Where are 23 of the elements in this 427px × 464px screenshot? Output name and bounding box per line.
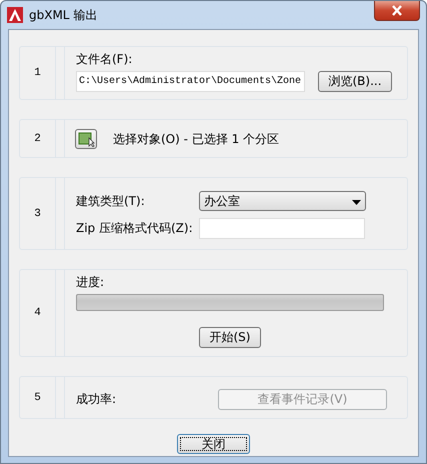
step-number: 1 [20,47,56,99]
select-objects-button[interactable] [75,129,97,149]
building-type-dropdown[interactable]: 办公室 [199,191,366,211]
field-label: Zip 压缩格式代码(Z): [76,220,194,237]
file-path-field[interactable]: C:\Users\Administrator\Documents\Zone [76,71,305,92]
close-icon[interactable] [374,1,420,21]
step-number: 3 [20,178,56,249]
close-button[interactable]: 关闭 [177,434,250,454]
app-logo-icon [7,7,23,23]
step-number: 4 [20,270,56,356]
zip-code-field[interactable] [199,218,365,239]
select-cursor-icon [78,132,94,146]
step-number: 2 [20,120,56,157]
selection-status: 选择对象(O) - 已选择 1 个分区 [113,130,280,148]
start-button[interactable]: 开始(S) [199,327,261,348]
browse-button[interactable]: 浏览(B)... [318,71,392,92]
window-title: gbXML 输出 [29,6,98,24]
caret-icon [352,200,361,205]
progress-label: 进度: [76,274,106,291]
success-rate-label: 成功率: [76,391,116,408]
field-label: 建筑类型(T): [76,192,146,210]
field-label: 文件名(F): [76,51,134,68]
step-number: 5 [20,377,56,418]
